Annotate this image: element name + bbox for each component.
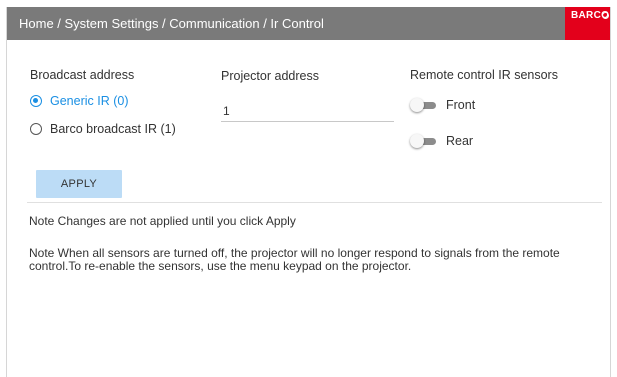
toggle-front-label: Front [446, 98, 476, 112]
ir-control-panel: Home / System Settings / Communication /… [6, 7, 611, 377]
radio-barco-broadcast-ir-label: Barco broadcast IR (1) [50, 122, 176, 136]
breadcrumb: Home / System Settings / Communication /… [19, 16, 324, 31]
ir-sensors-label: Remote control IR sensors [410, 68, 558, 82]
radio-generic-ir-label: Generic IR (0) [50, 94, 129, 108]
toggle-rear-label: Rear [446, 134, 474, 148]
broadcast-address-label: Broadcast address [30, 68, 135, 82]
projector-address-input[interactable] [221, 100, 394, 122]
radio-barco-broadcast-ir[interactable]: Barco broadcast IR (1) [30, 121, 176, 137]
header-bar: Home / System Settings / Communication /… [7, 7, 610, 40]
barco-logo: BARCO [565, 7, 610, 40]
toggle-switch-icon[interactable] [410, 134, 438, 148]
apply-button[interactable]: APPLY [36, 170, 122, 198]
radio-generic-ir[interactable]: Generic IR (0) [30, 93, 129, 109]
toggle-rear-sensor[interactable]: Rear [410, 132, 473, 150]
toggle-switch-icon[interactable] [410, 98, 438, 112]
divider [27, 202, 602, 203]
logo-swirl-icon [602, 12, 609, 19]
radio-unchecked-icon[interactable] [30, 123, 42, 135]
toggle-front-sensor[interactable]: Front [410, 96, 475, 114]
radio-checked-icon[interactable] [30, 95, 42, 107]
projector-address-label: Projector address [221, 69, 319, 83]
sensor-note: Note When all sensors are turned off, th… [29, 246, 560, 273]
apply-note: Note Changes are not applied until you c… [29, 214, 296, 228]
